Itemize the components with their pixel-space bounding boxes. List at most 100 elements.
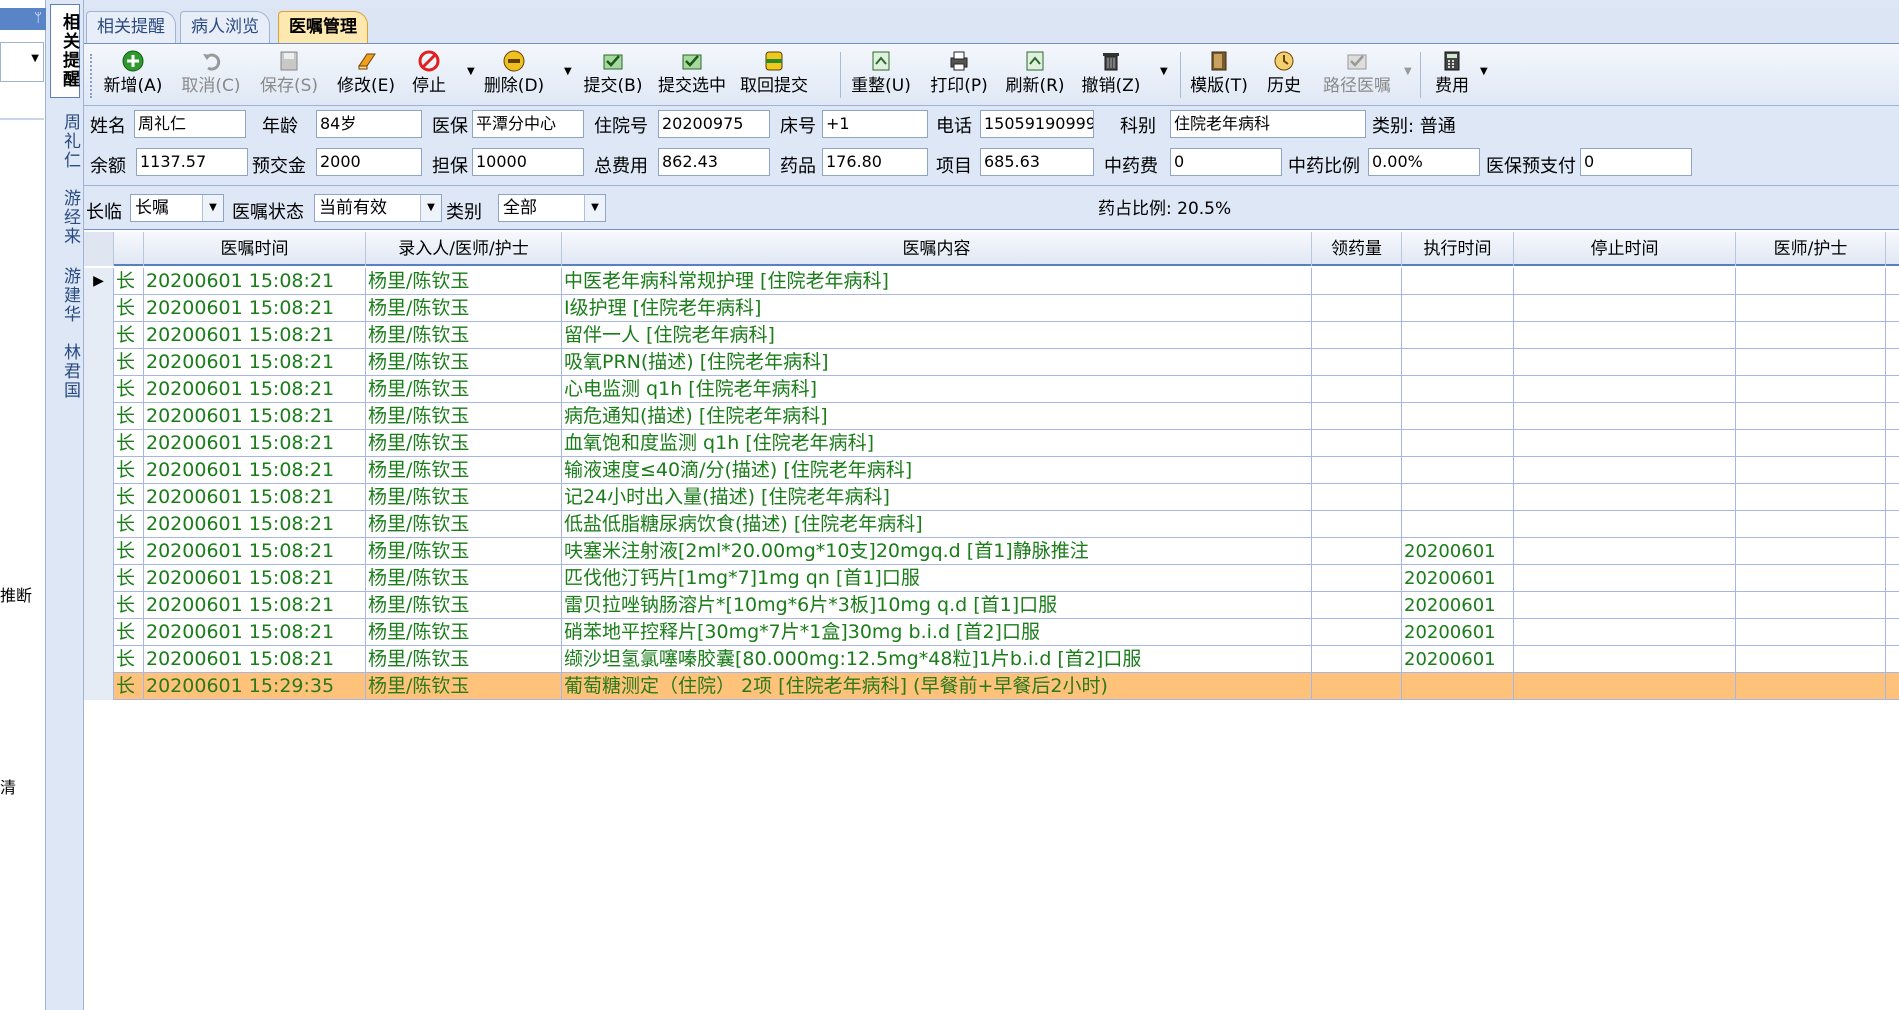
cell-exec[interactable] (1402, 673, 1514, 700)
table-row[interactable]: 长 20200601 15:08:21 杨里/陈钦玉 心电监测 q1h [住院老年病科… (84, 376, 1899, 403)
insurance-field[interactable]: 平潭分中心 (472, 110, 584, 138)
cell-content[interactable]: 硝苯地平控释片[30mg*7片*1盒]30mg b.i.d [首2]口服 (562, 619, 1312, 646)
cell-doc[interactable] (1736, 592, 1886, 619)
delete-dropdown-arrow[interactable]: ▼ (564, 66, 572, 77)
cell-content[interactable]: 心电监测 q1h [住院老年病科] (562, 376, 1312, 403)
cell-stop[interactable] (1514, 673, 1736, 700)
cell-time[interactable]: 20200601 15:08:21 (144, 646, 366, 673)
prepay-field[interactable]: 0 (1580, 148, 1692, 176)
table-row[interactable]: 长 20200601 15:08:21 杨里/陈钦玉 吸氧PRN(描述) [住院老年病… (84, 349, 1899, 376)
cell-type[interactable]: 长 (114, 511, 144, 538)
cell-type[interactable]: 长 (114, 538, 144, 565)
cell-stop[interactable] (1514, 295, 1736, 322)
cell-type[interactable]: 长 (114, 484, 144, 511)
table-row[interactable]: ▶ 长 20200601 15:08:21 杨里/陈钦玉 中医老年病科常规护理 [住院老… (84, 268, 1899, 295)
row-indicator[interactable] (84, 349, 114, 376)
cell-stop[interactable] (1514, 484, 1736, 511)
cell-qty[interactable] (1312, 349, 1402, 376)
row-indicator[interactable] (84, 322, 114, 349)
cell-qty[interactable] (1312, 592, 1402, 619)
cell-time[interactable]: 20200601 15:08:21 (144, 376, 366, 403)
cell-qty[interactable] (1312, 430, 1402, 457)
cell-doc[interactable] (1736, 484, 1886, 511)
cell-type[interactable]: 长 (114, 646, 144, 673)
cell-doc[interactable] (1736, 268, 1886, 295)
row-indicator[interactable] (84, 673, 114, 700)
cell-doc[interactable] (1736, 349, 1886, 376)
cell-time[interactable]: 20200601 15:08:21 (144, 592, 366, 619)
cell-type[interactable]: 长 (114, 322, 144, 349)
row-indicator[interactable] (84, 538, 114, 565)
cell-doc[interactable] (1736, 376, 1886, 403)
cell-qty[interactable] (1312, 484, 1402, 511)
table-row[interactable]: 长 20200601 15:08:21 杨里/陈钦玉 匹伐他汀钙片[1mg*7]1mg… (84, 565, 1899, 592)
cell-content[interactable]: 匹伐他汀钙片[1mg*7]1mg qn [首1]口服 (562, 565, 1312, 592)
pathway-dropdown-arrow[interactable]: ▼ (1404, 66, 1412, 77)
row-indicator[interactable] (84, 484, 114, 511)
cell-stop[interactable] (1514, 376, 1736, 403)
cell-by[interactable]: 杨里/陈钦玉 (366, 511, 562, 538)
cell-qty[interactable] (1312, 511, 1402, 538)
edit-button[interactable]: 修改(E) (334, 48, 398, 102)
cell-by[interactable]: 杨里/陈钦玉 (366, 376, 562, 403)
column-header-dispense-qty[interactable]: 领药量 (1312, 232, 1402, 266)
cell-qty[interactable] (1312, 646, 1402, 673)
cell-by[interactable]: 杨里/陈钦玉 (366, 592, 562, 619)
cell-exec[interactable]: 20200601 (1402, 646, 1514, 673)
row-indicator[interactable] (84, 565, 114, 592)
cell-content[interactable]: 吸氧PRN(描述) [住院老年病科] (562, 349, 1312, 376)
cell-time[interactable]: 20200601 15:08:21 (144, 403, 366, 430)
reorganize-button[interactable]: 重整(U) (848, 48, 914, 102)
total-fee-field[interactable]: 862.43 (658, 148, 770, 176)
table-row[interactable]: 长 20200601 15:08:21 杨里/陈钦玉 低盐低脂糖尿病饮食(描述) [住… (84, 511, 1899, 538)
print-button[interactable]: 打印(P) (926, 48, 992, 102)
table-row[interactable]: 长 20200601 15:08:21 杨里/陈钦玉 血氧饱和度监测 q1h [住院老… (84, 430, 1899, 457)
cell-by[interactable]: 杨里/陈钦玉 (366, 619, 562, 646)
table-row[interactable]: 长 20200601 15:08:21 杨里/陈钦玉 雷贝拉唑钠肠溶片*[10mg*6… (84, 592, 1899, 619)
cell-stop[interactable] (1514, 565, 1736, 592)
pathway-order-button[interactable]: 路径医嘱 (1316, 48, 1398, 102)
row-indicator[interactable] (84, 430, 114, 457)
left-panel-dropdown[interactable]: ▼ (0, 42, 44, 82)
cell-qty[interactable] (1312, 457, 1402, 484)
cell-stop[interactable] (1514, 322, 1736, 349)
cell-qty[interactable] (1312, 322, 1402, 349)
cell-exec[interactable] (1402, 430, 1514, 457)
cell-time[interactable]: 20200601 15:29:35 (144, 673, 366, 700)
cell-stop[interactable] (1514, 349, 1736, 376)
column-header-order-time[interactable]: 医嘱时间 (144, 232, 366, 266)
row-indicator[interactable] (84, 295, 114, 322)
stop-button[interactable]: 停止 (408, 48, 450, 102)
cell-by[interactable]: 杨里/陈钦玉 (366, 349, 562, 376)
column-header-stop-time[interactable]: 停止时间 (1514, 232, 1736, 266)
cell-content[interactable]: 血氧饱和度监测 q1h [住院老年病科] (562, 430, 1312, 457)
cell-exec[interactable] (1402, 295, 1514, 322)
cell-qty[interactable] (1312, 403, 1402, 430)
cell-by[interactable]: 杨里/陈钦玉 (366, 430, 562, 457)
admission-no-field[interactable]: 20200975 (658, 110, 770, 138)
row-indicator[interactable] (84, 376, 114, 403)
cell-time[interactable]: 20200601 15:08:21 (144, 349, 366, 376)
cell-content[interactable]: 缬沙坦氢氯噻嗪胶囊[80.000mg:12.5mg*48粒]1片b.i.d [首… (562, 646, 1312, 673)
cell-stop[interactable] (1514, 403, 1736, 430)
cell-time[interactable]: 20200601 15:08:21 (144, 457, 366, 484)
tab-patient-browse[interactable]: 病人浏览 (180, 11, 270, 43)
category-filter-select[interactable]: 全部 ▼ (498, 194, 606, 222)
deposit-field[interactable]: 2000 (316, 148, 422, 176)
cell-doc[interactable] (1736, 538, 1886, 565)
cell-exec[interactable] (1402, 349, 1514, 376)
row-indicator[interactable] (84, 403, 114, 430)
cell-exec[interactable] (1402, 322, 1514, 349)
cell-time[interactable]: 20200601 15:08:21 (144, 484, 366, 511)
cell-type[interactable]: 长 (114, 349, 144, 376)
cell-by[interactable]: 杨里/陈钦玉 (366, 565, 562, 592)
dept-field[interactable]: 住院老年病科 (1170, 110, 1366, 138)
delete-button[interactable]: 删除(D) (480, 48, 548, 102)
cell-doc[interactable] (1736, 430, 1886, 457)
cell-qty[interactable] (1312, 538, 1402, 565)
table-row[interactable]: 长 20200601 15:08:21 杨里/陈钦玉 硝苯地平控释片[30mg*7片*… (84, 619, 1899, 646)
cell-exec[interactable] (1402, 376, 1514, 403)
guarantee-field[interactable]: 10000 (472, 148, 584, 176)
submit-selected-button[interactable]: 提交选中 (654, 48, 730, 102)
cell-content[interactable]: 病危通知(描述) [住院老年病科] (562, 403, 1312, 430)
